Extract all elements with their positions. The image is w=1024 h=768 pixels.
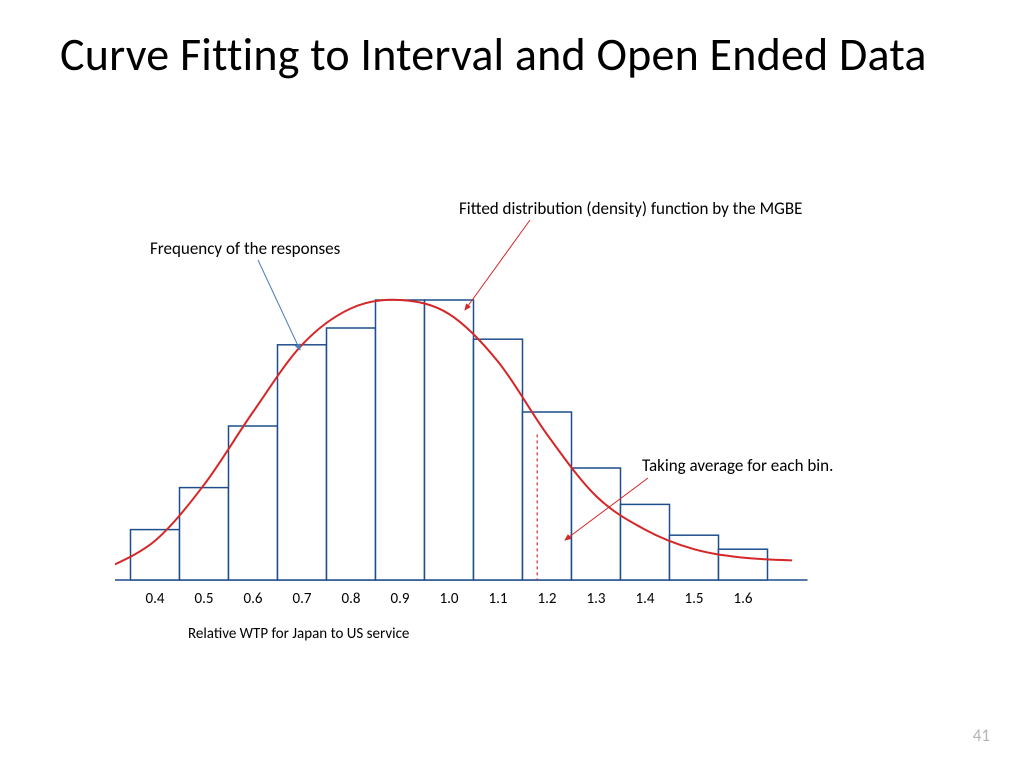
histogram-bar (376, 300, 425, 580)
x-tick: 1.3 (587, 590, 606, 608)
histogram-bar (278, 345, 327, 580)
x-tick: 0.8 (342, 590, 361, 608)
slide-title: Curve Fitting to Interval and Open Ended… (60, 30, 960, 82)
x-tick: 1.6 (734, 590, 753, 608)
annotation-fitted: Fitted distribution (density) function b… (459, 198, 802, 219)
histogram-bar (719, 549, 768, 580)
histogram-bar (327, 328, 376, 580)
x-tick: 0.7 (293, 590, 312, 608)
histogram-bar (131, 530, 180, 580)
x-tick: 0.9 (391, 590, 410, 608)
x-tick: 1.5 (685, 590, 704, 608)
histogram-bar (670, 535, 719, 580)
x-tick: 1.4 (636, 590, 655, 608)
annotation-frequency: Frequency of the responses (150, 238, 340, 259)
x-axis-label: Relative WTP for Japan to US service (188, 625, 409, 643)
x-tick: 0.5 (195, 590, 214, 608)
histogram-bar (474, 339, 523, 580)
chart-svg (115, 280, 885, 620)
histogram-bar (425, 300, 474, 580)
histogram-bar (229, 426, 278, 580)
x-tick: 0.4 (146, 590, 165, 608)
x-tick: 1.0 (440, 590, 459, 608)
x-tick: 1.1 (489, 590, 508, 608)
histogram-bar (180, 488, 229, 580)
histogram-bar (621, 504, 670, 580)
histogram-bar (572, 468, 621, 580)
histogram-bar (523, 412, 572, 580)
page-number: 41 (973, 725, 990, 746)
x-tick: 1.2 (538, 590, 557, 608)
x-tick: 0.6 (244, 590, 263, 608)
histogram-chart: 0.40.50.60.70.80.91.01.11.21.31.41.51.6 … (115, 280, 885, 620)
